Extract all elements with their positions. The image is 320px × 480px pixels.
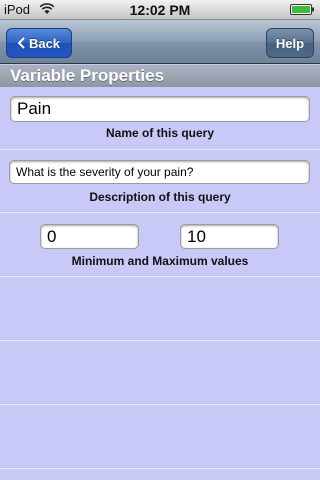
navigation-bar: Back Help <box>0 20 320 64</box>
name-row: Pain Name of this query <box>0 87 320 150</box>
back-chevron-icon <box>17 37 25 49</box>
section-header: Variable Properties <box>0 65 320 87</box>
minimum-input[interactable]: 0 <box>40 224 139 249</box>
battery-icon <box>290 4 314 15</box>
name-input[interactable]: Pain <box>10 96 310 122</box>
help-button-label: Help <box>275 35 305 51</box>
empty-row <box>0 405 320 469</box>
empty-row <box>0 469 320 480</box>
empty-row <box>0 341 320 405</box>
description-input[interactable]: What is the severity of your pain? <box>9 160 310 184</box>
empty-row <box>0 277 320 341</box>
help-button[interactable]: Help <box>266 28 314 58</box>
description-caption: Description of this query <box>89 190 231 204</box>
range-row: 0 10 Minimum and Maximum values <box>0 213 320 277</box>
maximum-input[interactable]: 10 <box>180 224 279 249</box>
clock: 12:02 PM <box>129 2 191 18</box>
back-button-label: Back <box>28 35 61 51</box>
range-caption: Minimum and Maximum values <box>71 254 249 268</box>
status-bar: iPod 12:02 PM <box>0 0 320 20</box>
back-button[interactable]: Back <box>6 28 72 58</box>
name-caption: Name of this query <box>105 126 215 140</box>
description-row: What is the severity of your pain? Descr… <box>0 150 320 213</box>
